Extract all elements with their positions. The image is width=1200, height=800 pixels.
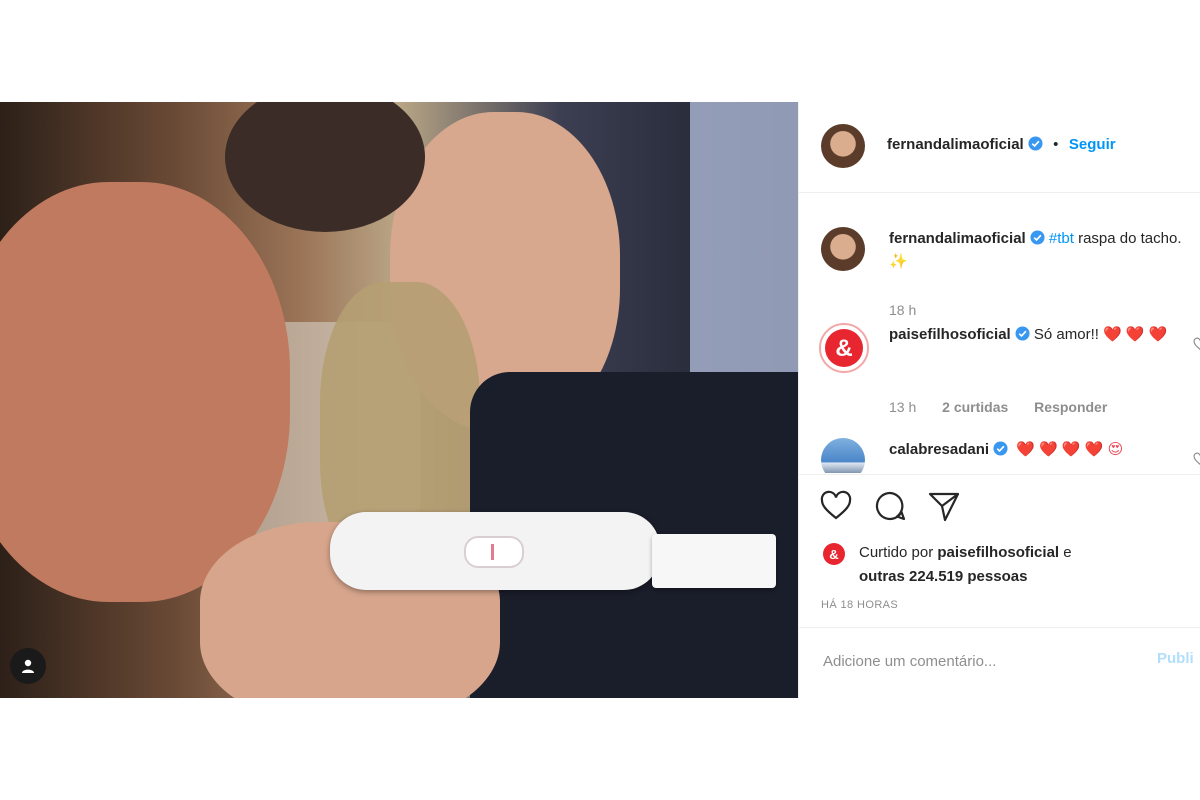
liked-by-prefix: Curtido por bbox=[859, 544, 934, 561]
comment-meta: 13 h 2 curtidas Responder bbox=[889, 399, 1129, 415]
comment-bubble-icon[interactable] bbox=[873, 489, 907, 523]
caption-text: raspa do tacho. bbox=[1078, 230, 1182, 247]
liked-by-conj: e bbox=[1063, 544, 1072, 561]
liked-by-avatar[interactable]: & bbox=[823, 543, 845, 565]
verified-badge-icon bbox=[1028, 136, 1043, 151]
comment-form: Publi bbox=[799, 627, 1200, 699]
caption-meta: 18 h bbox=[889, 302, 938, 318]
sparkles-emoji: ✨ bbox=[889, 253, 908, 270]
caption-time[interactable]: 18 h bbox=[889, 302, 916, 318]
caption: fernandalimaoficial #tbt raspa do tacho.… bbox=[799, 227, 1200, 307]
liked-by-text: Curtido por paisefilhosoficial e outras … bbox=[859, 541, 1179, 589]
post-timestamp[interactable]: HÁ 18 HORAS bbox=[821, 599, 898, 611]
caption-avatar[interactable] bbox=[821, 227, 865, 271]
comment-hearts: ❤️ ❤️ ❤️ bbox=[1103, 326, 1168, 343]
header-separator: • bbox=[1053, 136, 1059, 153]
instagram-post: fernandalimaoficial • Seguir fernandalim… bbox=[0, 102, 1200, 698]
photo-pregnancy-test bbox=[330, 512, 660, 590]
verified-badge-icon bbox=[993, 441, 1008, 456]
comment-like-heart-icon[interactable] bbox=[1193, 337, 1200, 351]
post-header: fernandalimaoficial • Seguir bbox=[799, 102, 1200, 193]
pregnancy-test-window bbox=[464, 536, 524, 568]
liked-by-user[interactable]: paisefilhosoficial bbox=[937, 544, 1059, 561]
author-avatar[interactable] bbox=[821, 124, 865, 168]
tagged-users-button[interactable] bbox=[10, 648, 46, 684]
comment-avatar-calabresadani[interactable] bbox=[821, 438, 865, 473]
comment-text: Só amor!! bbox=[1033, 326, 1099, 343]
comment-input[interactable] bbox=[821, 648, 1125, 674]
comment-avatar-paisefilhos[interactable]: & bbox=[819, 323, 869, 373]
comment-reply-button[interactable]: Responder bbox=[1034, 399, 1107, 415]
comment-body: calabresadani ❤️ ❤️ ❤️ ❤️ 😍 bbox=[889, 438, 1193, 461]
comment-item: & paisefilhosoficial Só amor!! ❤️ ❤️ ❤️ bbox=[799, 323, 1200, 403]
header-row: fernandalimaoficial • Seguir bbox=[887, 136, 1116, 154]
comment-avatar-paisefilhos-logo: & bbox=[825, 329, 863, 367]
verified-badge-icon bbox=[1030, 230, 1045, 245]
caption-body: fernandalimaoficial #tbt raspa do tacho.… bbox=[889, 227, 1193, 273]
comment-username[interactable]: paisefilhosoficial bbox=[889, 326, 1011, 343]
like-heart-icon[interactable] bbox=[819, 489, 853, 523]
publish-button[interactable]: Publi bbox=[1157, 650, 1194, 667]
comments-list: fernandalimaoficial #tbt raspa do tacho.… bbox=[799, 193, 1200, 473]
user-icon bbox=[22, 659, 34, 673]
comment-likes[interactable]: 2 curtidas bbox=[942, 399, 1008, 415]
verified-badge-icon bbox=[1015, 326, 1030, 341]
post-side-panel: fernandalimaoficial • Seguir fernandalim… bbox=[798, 102, 1200, 698]
comment-time[interactable]: 13 h bbox=[889, 399, 916, 415]
caption-username[interactable]: fernandalimaoficial bbox=[889, 230, 1026, 247]
comment-username[interactable]: calabresadani bbox=[889, 441, 989, 458]
caption-hashtag[interactable]: #tbt bbox=[1049, 230, 1074, 247]
post-photo[interactable] bbox=[0, 102, 798, 698]
comment-item: calabresadani ❤️ ❤️ ❤️ ❤️ 😍 bbox=[799, 438, 1200, 473]
comment-like-heart-icon[interactable] bbox=[1193, 452, 1200, 466]
follow-button[interactable]: Seguir bbox=[1069, 136, 1116, 153]
post-actions: & Curtido por paisefilhosoficial e outra… bbox=[799, 474, 1200, 625]
share-paper-plane-icon[interactable] bbox=[927, 489, 961, 523]
pregnancy-test-cap bbox=[652, 534, 776, 588]
comment-body: paisefilhosoficial Só amor!! ❤️ ❤️ ❤️ bbox=[889, 323, 1193, 346]
liked-by-others[interactable]: outras 224.519 pessoas bbox=[859, 568, 1027, 585]
comment-hearts: ❤️ ❤️ ❤️ ❤️ 😍 bbox=[1016, 441, 1124, 458]
author-username[interactable]: fernandalimaoficial bbox=[887, 136, 1024, 153]
